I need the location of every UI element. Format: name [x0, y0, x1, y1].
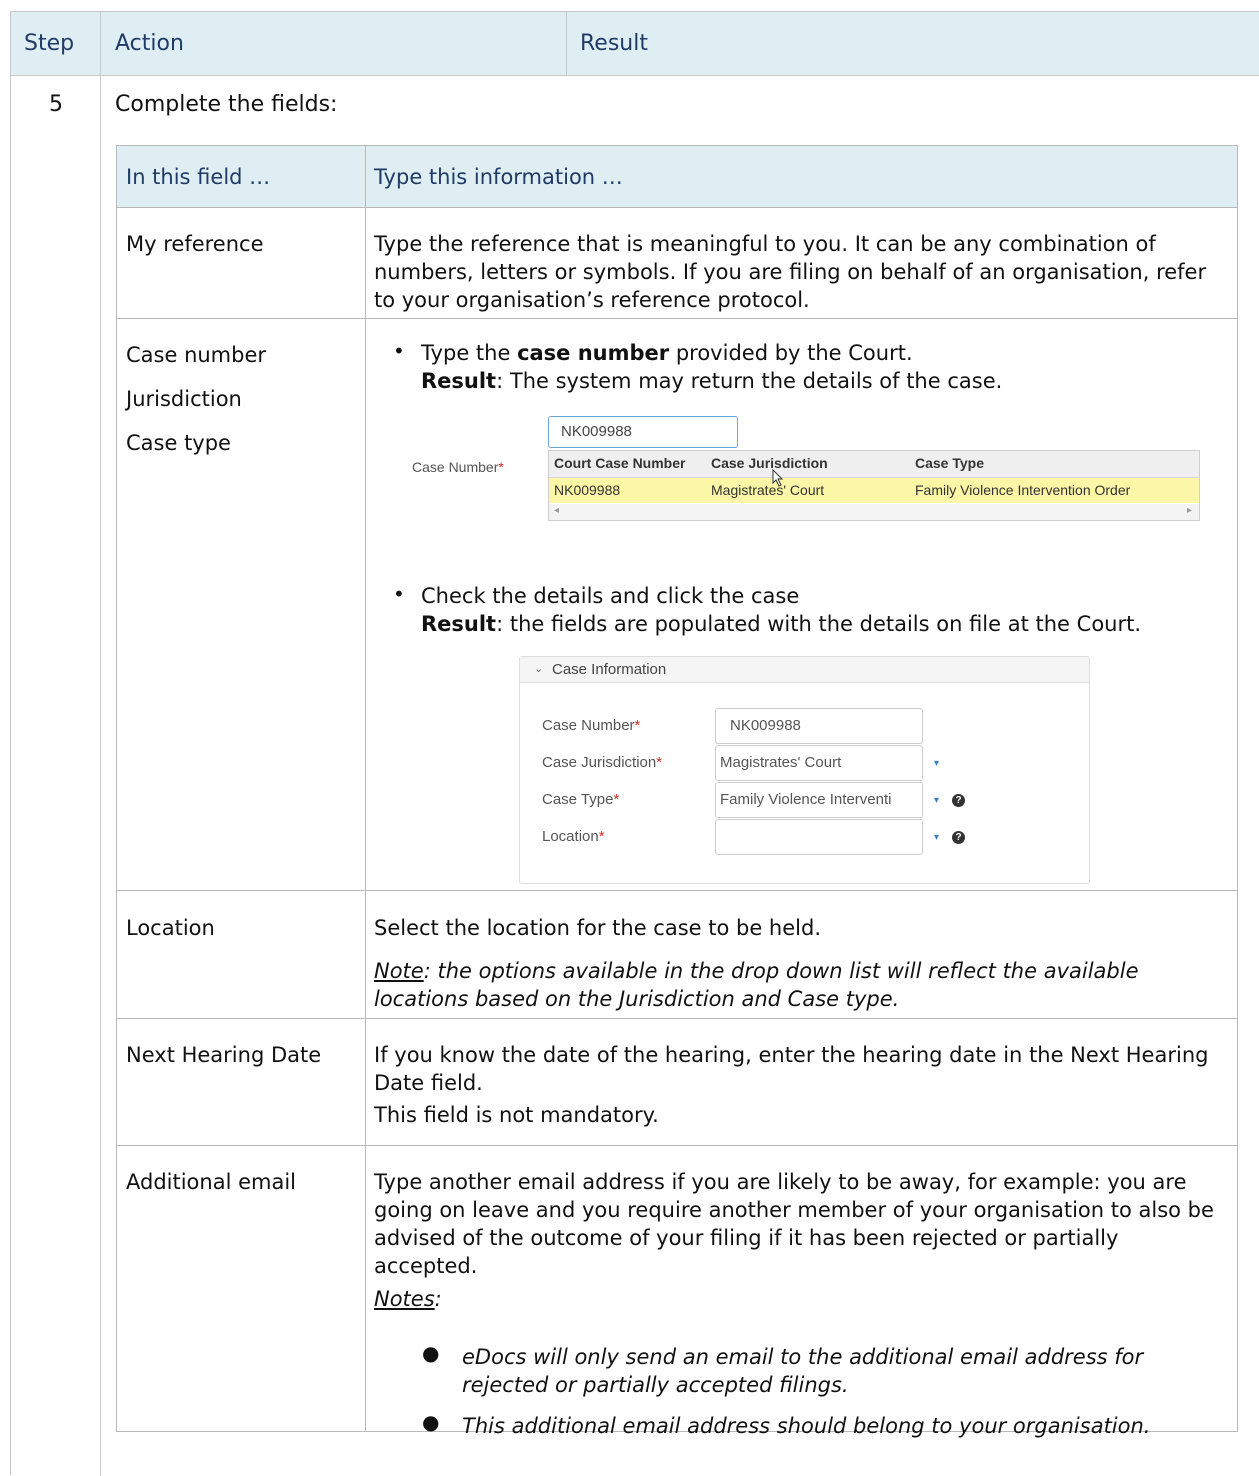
required-mark: *	[613, 791, 620, 808]
header-result: Result	[580, 31, 648, 56]
result-label: Result	[421, 369, 497, 393]
row-additional-email-notes-label: Notes:	[374, 1285, 1214, 1313]
required-mark: *	[598, 828, 605, 845]
case-number-label: Case Number*	[542, 717, 640, 734]
row-my-reference-info: Type the reference that is meaningful to…	[374, 232, 1207, 312]
row-location-info: Select the location for the case to be h…	[374, 916, 821, 940]
row-next-hearing-info: If you know the date of the hearing, ent…	[374, 1043, 1209, 1095]
horizontal-scrollbar[interactable]: ◂ ▸	[549, 504, 1199, 520]
case-jurisdiction-select[interactable]: Magistrates' Court	[715, 745, 923, 781]
divider	[566, 12, 567, 76]
location-select[interactable]	[715, 819, 923, 855]
result-text: : the fields are populated with the deta…	[496, 612, 1142, 636]
result-label: Result	[421, 612, 497, 636]
label-text: Case Type	[542, 791, 614, 808]
notes-label: Notes	[374, 1287, 435, 1311]
result-text: : The system may return the details of t…	[496, 369, 1003, 393]
label-text: Case Number	[542, 717, 635, 734]
bullet-bold-text: case number	[517, 341, 670, 365]
divider	[117, 318, 1237, 319]
row-case-type-field: Case type	[126, 431, 231, 455]
caret-down-icon[interactable]: ▾	[934, 758, 939, 769]
col-case-type: Case Type	[915, 455, 984, 471]
required-mark: *	[498, 459, 504, 475]
case-information-panel: ⌄ Case Information Case Number* NK009988…	[519, 656, 1090, 884]
col-court-case-number: Court Case Number	[554, 455, 686, 471]
case-type-select[interactable]: Family Violence Interventi	[715, 782, 923, 818]
case-number-field[interactable]: NK009988	[715, 708, 923, 744]
required-mark: *	[634, 717, 641, 734]
case-number-input[interactable]: NK009988	[548, 416, 738, 448]
note-item: eDocs will only send an email to the add…	[462, 1345, 1144, 1397]
grid-result-row[interactable]: NK009988 Magistrates' Court Family Viole…	[549, 478, 1199, 503]
row-location-note: Note: the options available in the drop …	[374, 957, 1214, 1013]
bullet-icon: ●	[422, 1341, 440, 1365]
col-case-jurisdiction: Case Jurisdiction	[711, 455, 828, 471]
case-search-screenshot: Case Number* NK009988 Court Case Number …	[412, 416, 1212, 531]
row-case-number-field: Case number	[126, 343, 267, 367]
row-additional-email-info: Type another email address if you are li…	[374, 1170, 1214, 1278]
step-table: Step Action Result 5 Complete the fields…	[10, 11, 1259, 1476]
bullet-icon: ●	[422, 1410, 440, 1434]
caret-down-icon[interactable]: ▾	[934, 795, 939, 806]
bullet-check-details: Check the details and click the case Res…	[421, 582, 1211, 638]
help-icon[interactable]: ?	[952, 831, 965, 844]
row-additional-email-field: Additional email	[126, 1170, 297, 1194]
label-text: Location	[542, 828, 599, 845]
field-table-header: In this field … Type this information …	[117, 146, 1237, 208]
step-lead-text: Complete the fields:	[115, 92, 338, 117]
cell-court-case-number: NK009988	[554, 482, 621, 498]
help-icon[interactable]: ?	[952, 794, 965, 807]
header-info: Type this information …	[374, 165, 623, 189]
panel-header[interactable]: ⌄ Case Information	[520, 657, 1089, 683]
bullet-text: provided by the Court.	[669, 341, 913, 365]
notes-colon: :	[434, 1287, 442, 1311]
cell-case-jurisdiction: Magistrates' Court	[711, 482, 825, 498]
bullet-text: Type the	[421, 341, 518, 365]
row-my-reference-field: My reference	[126, 232, 264, 256]
divider	[117, 1018, 1237, 1019]
row-jurisdiction-field: Jurisdiction	[126, 387, 242, 411]
row-next-hearing-info2: This field is not mandatory.	[374, 1103, 659, 1127]
mouse-cursor-icon	[772, 469, 784, 487]
bullet-icon: •	[393, 339, 405, 363]
header-step: Step	[24, 31, 75, 56]
header-action: Action	[115, 31, 184, 56]
case-jurisdiction-label: Case Jurisdiction*	[542, 754, 662, 771]
divider	[365, 146, 366, 1431]
location-label: Location*	[542, 828, 605, 845]
case-type-label: Case Type*	[542, 791, 619, 808]
divider	[117, 1145, 1237, 1146]
note-text: : the options available in the drop down…	[374, 959, 1139, 1011]
label-text: Case Number	[412, 459, 499, 475]
row-location-field: Location	[126, 916, 215, 940]
chevron-down-icon[interactable]: ⌄	[534, 657, 543, 682]
bullet-type-case-number: Type the case number provided by the Cou…	[421, 339, 1211, 395]
case-number-label: Case Number*	[412, 459, 504, 475]
step-table-header: Step Action Result	[11, 12, 1259, 76]
bullet-text: Check the details and click the case	[421, 584, 800, 608]
note-label: Note	[374, 959, 424, 983]
cell-case-type: Family Violence Intervention Order	[915, 482, 1131, 498]
header-field: In this field …	[126, 165, 271, 189]
grid-header: Court Case Number Case Jurisdiction Case…	[549, 451, 1199, 478]
panel-title: Case Information	[552, 661, 667, 678]
bullet-icon: •	[393, 582, 405, 606]
scroll-right-icon[interactable]: ▸	[1187, 505, 1192, 516]
step-number: 5	[49, 92, 63, 117]
caret-down-icon[interactable]: ▾	[934, 832, 939, 843]
case-results-grid: Court Case Number Case Jurisdiction Case…	[548, 450, 1200, 521]
row-next-hearing-field: Next Hearing Date	[126, 1043, 322, 1067]
field-table: In this field … Type this information … …	[116, 145, 1238, 1438]
required-mark: *	[656, 754, 663, 771]
scroll-left-icon[interactable]: ◂	[554, 505, 559, 516]
label-text: Case Jurisdiction	[542, 754, 657, 771]
divider	[117, 890, 1237, 891]
divider	[100, 12, 101, 1476]
note-item: This additional email address should bel…	[462, 1414, 1151, 1438]
